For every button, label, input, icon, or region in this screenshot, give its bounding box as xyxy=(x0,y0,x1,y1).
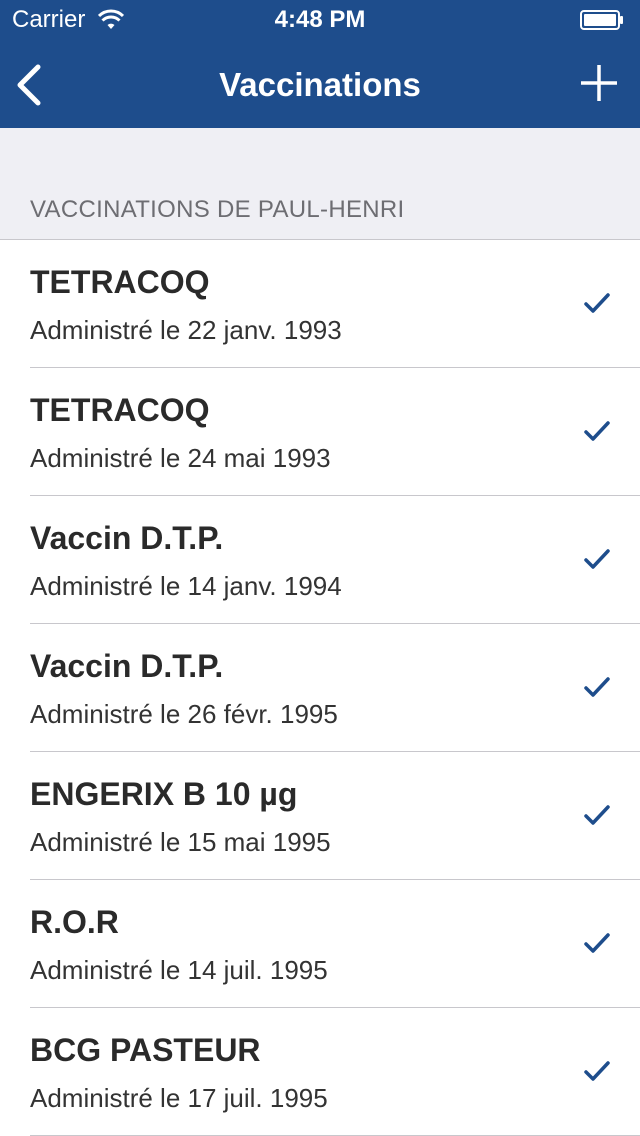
section-header: VACCINATIONS DE PAUL-HENRI xyxy=(30,196,405,223)
vaccine-name: BCG PASTEUR xyxy=(30,1032,261,1068)
vaccine-date: Administré le 14 janv. 1994 xyxy=(30,571,342,601)
vaccination-row[interactable]: Vaccin D.T.P. Administré le 14 janv. 199… xyxy=(30,496,640,624)
vaccination-row[interactable]: ENGERIX B 10 µg Administré le 15 mai 199… xyxy=(30,752,640,880)
vaccine-name: TETRACOQ xyxy=(30,392,210,428)
back-button[interactable] xyxy=(0,40,80,128)
chevron-left-icon xyxy=(17,64,41,106)
vaccine-name: TETRACOQ xyxy=(30,264,210,300)
vaccination-row[interactable]: BCG PASTEUR Administré le 17 juil. 1995 xyxy=(30,1008,640,1136)
vaccine-date: Administré le 17 juil. 1995 xyxy=(30,1083,328,1113)
vaccination-row[interactable]: TETRACOQ Administré le 24 mai 1993 xyxy=(30,368,640,496)
vaccine-name: Vaccin D.T.P. xyxy=(30,520,224,556)
vaccination-list: TETRACOQ Administré le 22 janv. 1993 TET… xyxy=(0,239,640,1136)
checkmark-icon xyxy=(584,293,610,313)
status-time: 4:48 PM xyxy=(274,6,366,33)
vaccine-name: R.O.R xyxy=(30,904,119,940)
checkmark-icon xyxy=(584,549,610,569)
vaccination-row[interactable]: Vaccin D.T.P. Administré le 26 févr. 199… xyxy=(30,624,640,752)
navigation-bar: Vaccinations xyxy=(0,40,640,128)
vaccination-row[interactable]: R.O.R Administré le 14 juil. 1995 xyxy=(30,880,640,1008)
checkmark-icon xyxy=(584,421,610,441)
status-bar: Carrier 4:48 PM xyxy=(0,0,640,40)
battery-icon xyxy=(580,10,623,30)
vaccine-date: Administré le 15 mai 1995 xyxy=(30,827,331,857)
checkmark-icon xyxy=(584,1061,610,1081)
vaccine-date: Administré le 14 juil. 1995 xyxy=(30,955,328,985)
vaccine-date: Administré le 24 mai 1993 xyxy=(30,443,331,473)
plus-icon xyxy=(581,65,617,101)
vaccine-date: Administré le 26 févr. 1995 xyxy=(30,699,338,729)
add-vaccination-button[interactable] xyxy=(550,40,640,128)
vaccine-name: ENGERIX B 10 µg xyxy=(30,776,298,812)
checkmark-icon xyxy=(584,933,610,953)
vaccine-date: Administré le 22 janv. 1993 xyxy=(30,315,342,345)
page-title: Vaccinations xyxy=(219,66,421,103)
checkmark-icon xyxy=(584,677,610,697)
vaccine-name: Vaccin D.T.P. xyxy=(30,648,224,684)
vaccination-row[interactable]: TETRACOQ Administré le 22 janv. 1993 xyxy=(30,240,640,368)
top-bar: Carrier 4:48 PM Vaccinations xyxy=(0,0,640,128)
checkmark-icon xyxy=(584,805,610,825)
